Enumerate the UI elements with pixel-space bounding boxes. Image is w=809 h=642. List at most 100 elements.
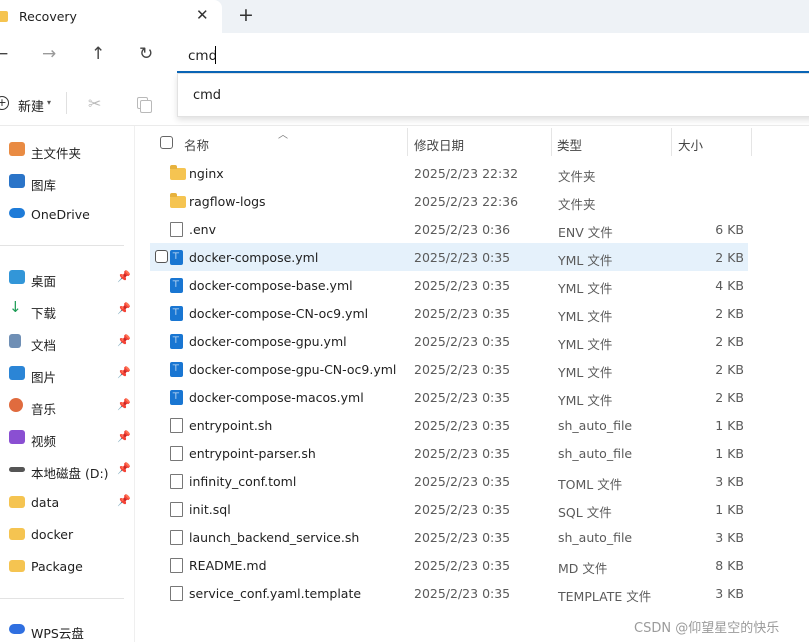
file-type: ENV 文件 [558, 225, 613, 240]
file-size: 1 KB [715, 418, 744, 433]
sidebar-item-label: 本地磁盘 (D:) [31, 466, 109, 481]
file-name: .env [189, 222, 216, 237]
wps-cloud-icon [9, 624, 25, 634]
watermark-text: CSDN @仰望星空的快乐 [634, 621, 780, 636]
column-divider[interactable] [407, 128, 408, 156]
file-size: 1 KB [715, 446, 744, 461]
file-modified-date: 2025/2/23 0:35 [414, 306, 511, 321]
column-divider[interactable] [671, 128, 672, 156]
cut-icon[interactable]: ✂ [88, 94, 101, 113]
file-row[interactable]: nginx 2025/2/23 22:32 文件夹 [150, 159, 748, 187]
sidebar-item-label: OneDrive [31, 207, 90, 222]
pin-icon[interactable]: 📌 [117, 398, 131, 411]
pin-icon[interactable]: 📌 [117, 430, 131, 443]
suggestion-item[interactable]: cmd [193, 88, 221, 103]
column-header-size[interactable]: 大小 [678, 135, 703, 154]
file-row[interactable]: docker-compose-gpu-CN-oc9.yml 2025/2/23 0… [150, 355, 748, 383]
plus-icon: + [0, 96, 9, 110]
column-divider[interactable] [551, 128, 552, 156]
file-size: 3 KB [715, 586, 744, 601]
file-size: 3 KB [715, 474, 744, 489]
navigation-pane: 主文件夹 图库 OneDrive 桌面 📌 ↓ 下载 📌 文档 📌 图片 📌 音… [0, 126, 135, 642]
column-header-name[interactable]: 名称 [184, 135, 209, 154]
sidebar-item-downloads[interactable]: ↓ 下载 📌 [0, 296, 135, 324]
back-button[interactable]: ← [0, 44, 8, 64]
copy-icon[interactable] [137, 97, 152, 113]
sidebar-item-documents[interactable]: 文档 📌 [0, 328, 135, 356]
sidebar-item-wps-cloud[interactable]: WPS云盘 [0, 616, 135, 642]
up-button[interactable]: ↑ [91, 44, 105, 64]
sidebar-item-data[interactable]: data 📌 [0, 488, 135, 516]
sidebar-item-music[interactable]: 音乐 📌 [0, 392, 135, 420]
file-type: TEMPLATE 文件 [558, 589, 652, 604]
column-header-type[interactable]: 类型 [557, 135, 582, 154]
sidebar-item-videos[interactable]: 视频 📌 [0, 424, 135, 452]
sidebar-item-pictures[interactable]: 图片 📌 [0, 360, 135, 388]
column-divider[interactable] [751, 128, 752, 156]
sidebar-item-label: 图片 [31, 370, 57, 385]
tab-recovery[interactable]: Recovery ✕ [0, 0, 222, 33]
file-size: 1 KB [715, 502, 744, 517]
file-name: docker-compose-gpu-CN-oc9.yml [189, 362, 397, 377]
file-row[interactable]: docker-compose.yml 2025/2/23 0:35 YML 文件 2 … [150, 243, 748, 271]
column-header-modified[interactable]: 修改日期 [414, 135, 464, 154]
pin-icon[interactable]: 📌 [117, 494, 131, 507]
pin-icon[interactable]: 📌 [117, 302, 131, 315]
file-row[interactable]: entrypoint.sh 2025/2/23 0:35 sh_auto_file 1… [150, 411, 748, 439]
file-modified-date: 2025/2/23 0:35 [414, 390, 511, 405]
refresh-button[interactable]: ↻ [139, 44, 153, 64]
file-icon [170, 502, 183, 517]
file-row[interactable]: launch_backend_service.sh 2025/2/23 0:35 s… [150, 523, 748, 551]
file-row[interactable]: README.md 2025/2/23 0:35 MD 文件 8 KB [150, 551, 748, 579]
desktop-icon [9, 270, 25, 284]
tab-strip: Recovery ✕ + [0, 0, 809, 33]
file-list: nginx 2025/2/23 22:32 文件夹 ragflow-logs 2025/… [150, 159, 750, 639]
file-row[interactable]: entrypoint-parser.sh 2025/2/23 0:35 sh_aut… [150, 439, 748, 467]
file-type: YML 文件 [558, 393, 613, 408]
address-bar[interactable]: cmd [177, 40, 809, 73]
sidebar-item-drive-d[interactable]: 本地磁盘 (D:) 📌 [0, 456, 135, 484]
sidebar-item-onedrive[interactable]: OneDrive [0, 200, 135, 228]
file-row[interactable]: service_conf.yaml.template 2025/2/23 0:35… [150, 579, 748, 607]
yml-file-icon [170, 306, 183, 321]
forward-button[interactable]: → [42, 44, 56, 64]
documents-icon [9, 334, 21, 348]
yml-file-icon [170, 250, 183, 265]
yml-file-icon [170, 278, 183, 293]
sidebar-item-gallery[interactable]: 图库 [0, 168, 135, 196]
file-row[interactable]: docker-compose-CN-oc9.yml 2025/2/23 0:35 Y… [150, 299, 748, 327]
file-name: docker-compose.yml [189, 250, 319, 265]
pin-icon[interactable]: 📌 [117, 366, 131, 379]
file-size: 4 KB [715, 278, 744, 293]
yml-file-icon [170, 362, 183, 377]
file-name: entrypoint-parser.sh [189, 446, 316, 461]
address-input[interactable]: cmd [188, 48, 217, 64]
sidebar-item-home[interactable]: 主文件夹 [0, 136, 135, 164]
file-size: 3 KB [715, 530, 744, 545]
file-row[interactable]: infinity_conf.toml 2025/2/23 0:35 TOML 文件 3… [150, 467, 748, 495]
sidebar-item-label: WPS云盘 [31, 626, 84, 641]
sidebar-item-desktop[interactable]: 桌面 📌 [0, 264, 135, 292]
file-row[interactable]: ragflow-logs 2025/2/23 22:36 文件夹 [150, 187, 748, 215]
pin-icon[interactable]: 📌 [117, 462, 131, 475]
file-modified-date: 2025/2/23 22:36 [414, 194, 519, 209]
file-row[interactable]: docker-compose-macos.yml 2025/2/23 0:35 YM… [150, 383, 748, 411]
file-row[interactable]: init.sql 2025/2/23 0:35 SQL 文件 1 KB [150, 495, 748, 523]
file-row[interactable]: docker-compose-gpu.yml 2025/2/23 0:35 YML … [150, 327, 748, 355]
sidebar-item-label: 下载 [31, 306, 57, 321]
file-icon [170, 586, 183, 601]
file-row[interactable]: docker-compose-base.yml 2025/2/23 0:35 YML… [150, 271, 748, 299]
file-row[interactable]: .env 2025/2/23 0:36 ENV 文件 6 KB [150, 215, 748, 243]
new-tab-button[interactable]: + [238, 4, 254, 26]
close-tab-icon[interactable]: ✕ [196, 6, 209, 24]
select-all-checkbox[interactable] [160, 136, 173, 149]
file-modified-date: 2025/2/23 0:35 [414, 362, 511, 377]
folder-icon [9, 496, 25, 508]
sidebar-item-package[interactable]: Package [0, 552, 135, 580]
sidebar-divider [0, 598, 124, 599]
pin-icon[interactable]: 📌 [117, 270, 131, 283]
file-icon [170, 418, 183, 433]
pin-icon[interactable]: 📌 [117, 334, 131, 347]
sidebar-item-docker[interactable]: docker [0, 520, 135, 548]
row-checkbox[interactable] [155, 250, 168, 263]
